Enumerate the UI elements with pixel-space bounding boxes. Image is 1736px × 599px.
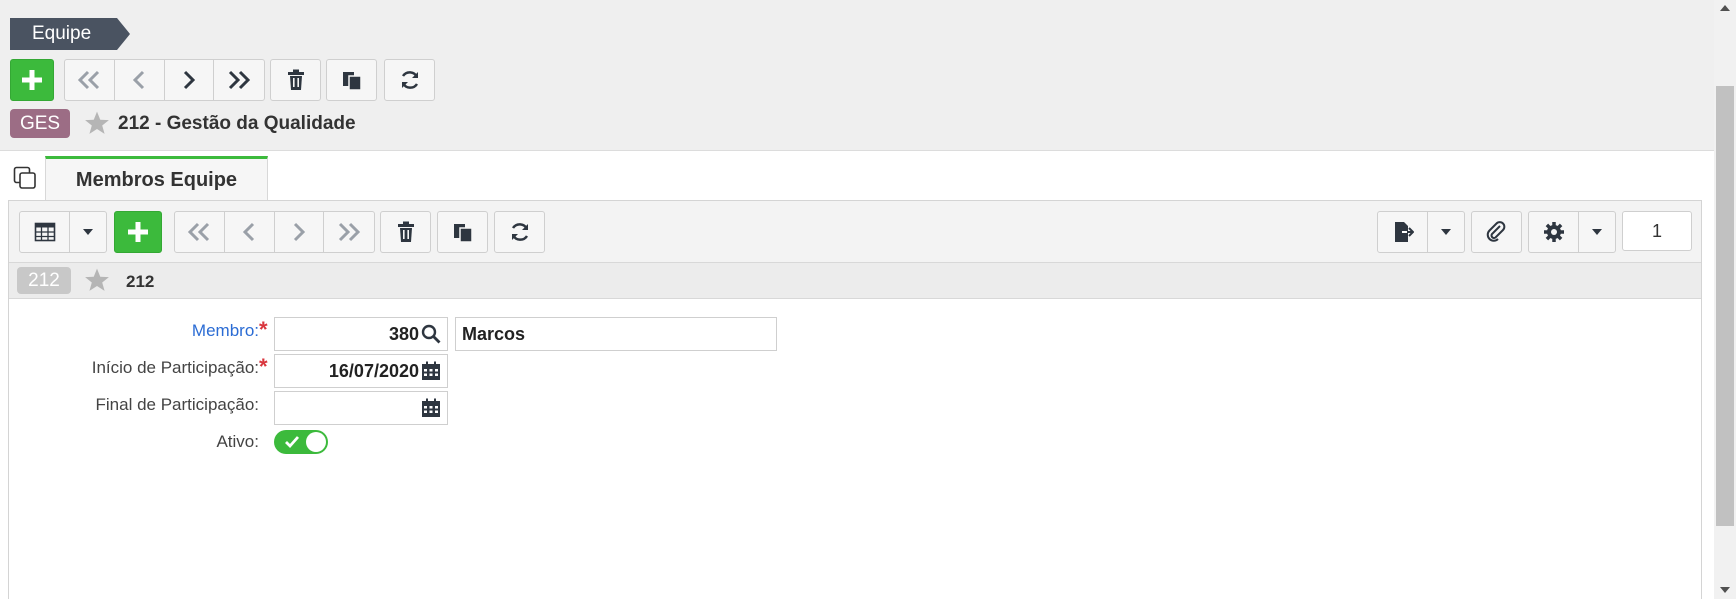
window-copy-icon[interactable] <box>13 166 37 190</box>
add-member-button[interactable] <box>114 211 162 253</box>
paperclip-icon <box>1486 221 1505 242</box>
required-marker: * <box>259 317 268 342</box>
grid-view-button[interactable] <box>20 212 70 252</box>
breadcrumb[interactable]: Equipe <box>10 18 130 50</box>
delete-member-button[interactable] <box>380 211 431 253</box>
record-tag: GES <box>10 109 70 138</box>
member-navigation <box>174 211 375 253</box>
previous-record-button[interactable] <box>115 60 165 100</box>
chevron-left-icon <box>133 70 145 90</box>
settings-group <box>1528 211 1616 253</box>
double-chevron-left-icon <box>188 222 210 242</box>
caret-down-icon <box>1441 229 1451 235</box>
ativo-label: Ativo: <box>216 432 259 451</box>
membro-label[interactable]: Membro: <box>192 321 259 341</box>
caret-down-icon <box>1592 229 1602 235</box>
gear-icon <box>1543 222 1564 242</box>
refresh-button[interactable] <box>384 59 435 101</box>
record-counter[interactable]: 1 <box>1622 211 1692 251</box>
ativo-toggle[interactable] <box>274 430 328 454</box>
subrecord-tag: 212 <box>17 267 71 294</box>
record-navigation <box>64 59 265 101</box>
required-marker: * <box>259 354 268 379</box>
previous-member-button[interactable] <box>225 212 275 252</box>
settings-button[interactable] <box>1529 212 1579 252</box>
delete-record-button[interactable] <box>270 59 321 101</box>
view-dropdown-button[interactable] <box>70 212 106 252</box>
next-record-button[interactable] <box>165 60 215 100</box>
copy-record-button[interactable] <box>326 59 377 101</box>
double-chevron-left-icon <box>78 70 100 90</box>
subrecord-header: 212 212 <box>9 263 1701 299</box>
copy-member-button[interactable] <box>437 211 488 253</box>
calendar-icon[interactable] <box>421 398 441 418</box>
record-title: 212 - Gestão da Qualidade <box>118 113 356 134</box>
search-icon[interactable] <box>421 324 441 344</box>
favorite-star-icon[interactable] <box>84 267 110 293</box>
double-chevron-right-icon <box>339 222 361 242</box>
refresh-members-button[interactable] <box>494 211 545 253</box>
plus-icon <box>22 70 42 90</box>
page-scrollbar[interactable] <box>1714 0 1736 599</box>
file-export-icon <box>1394 222 1414 242</box>
first-record-button[interactable] <box>65 60 115 100</box>
settings-dropdown-button[interactable] <box>1579 212 1615 252</box>
detail-panel: 1 212 212 Membro: * 380 Marcos Início de… <box>8 200 1702 599</box>
copy-icon <box>342 72 362 91</box>
export-button[interactable] <box>1378 212 1428 252</box>
toggle-knob <box>306 432 326 452</box>
inicio-date-value: 16/07/2020 <box>328 360 419 381</box>
double-chevron-right-icon <box>229 70 251 90</box>
last-record-button[interactable] <box>214 60 264 100</box>
membro-code-value: 380 <box>388 323 419 344</box>
check-icon <box>285 436 300 449</box>
next-member-button[interactable] <box>275 212 325 252</box>
attachment-button[interactable] <box>1471 211 1522 253</box>
favorite-star-icon[interactable] <box>84 110 110 136</box>
refresh-icon <box>511 223 528 241</box>
chevron-right-icon <box>293 222 305 242</box>
table-icon <box>34 222 55 242</box>
membro-name-input[interactable]: Marcos <box>455 317 777 351</box>
export-dropdown-button[interactable] <box>1428 212 1464 252</box>
inicio-label: Início de Participação: <box>91 358 259 377</box>
trash-icon <box>397 221 414 242</box>
refresh-icon <box>401 71 418 89</box>
last-member-button[interactable] <box>324 212 374 252</box>
caret-down-icon <box>83 229 93 235</box>
subrecord-title: 212 <box>126 272 155 291</box>
chevron-left-icon <box>243 222 255 242</box>
trash-icon <box>287 69 304 90</box>
member-form: Membro: * 380 Marcos Início de Participa… <box>9 299 1701 599</box>
first-member-button[interactable] <box>175 212 225 252</box>
export-group <box>1377 211 1465 253</box>
detail-toolbar: 1 <box>9 201 1701 263</box>
chevron-right-icon <box>183 70 195 90</box>
copy-icon <box>453 224 473 243</box>
add-record-button[interactable] <box>10 59 54 101</box>
plus-icon <box>128 222 148 242</box>
final-label: Final de Participação: <box>95 395 259 414</box>
tab-membros-equipe[interactable]: Membros Equipe <box>45 156 268 201</box>
membro-name-value: Marcos <box>462 323 526 344</box>
view-selector <box>19 211 107 253</box>
page-header: Equipe GES 212 - Gestão da Qualidade <box>0 0 1714 151</box>
scroll-down-arrow-icon[interactable] <box>1719 586 1731 594</box>
calendar-icon[interactable] <box>421 361 441 381</box>
scroll-up-arrow-icon[interactable] <box>1719 4 1731 12</box>
scrollbar-thumb[interactable] <box>1716 86 1734 526</box>
